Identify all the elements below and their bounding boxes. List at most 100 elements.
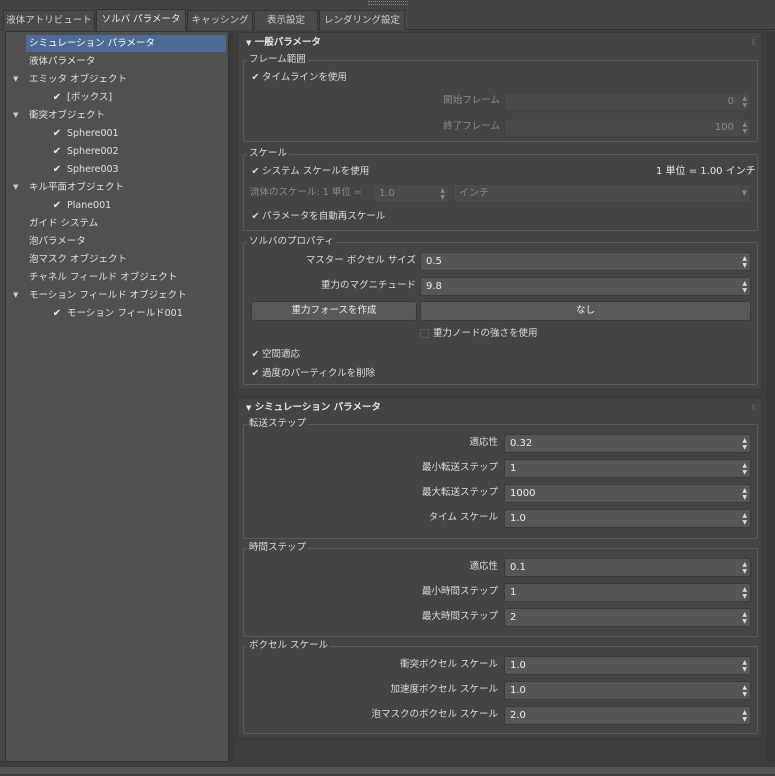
fluid-scale-label: 流体のスケール: 1 単位 = bbox=[250, 187, 362, 198]
remove-excess-checkbox[interactable]: ✔ 過度のパーティクルを削除 bbox=[250, 366, 376, 381]
checkbox-box-icon bbox=[420, 329, 429, 338]
voxel-row-label: 泡マスクのボクセル スケール bbox=[371, 709, 498, 720]
check-icon[interactable]: ✔ bbox=[51, 308, 63, 320]
create-gravity-button[interactable]: 重力フォースを作成 bbox=[251, 301, 417, 321]
acceleration-voxel-scale-spinner[interactable]: 1.0 ▲ ▼ bbox=[504, 681, 751, 700]
time-steps-title: 時間ステップ bbox=[247, 542, 309, 554]
spinner-arrows-icon[interactable]: ▲ ▼ bbox=[742, 253, 747, 269]
start-frame-spinner[interactable]: 0 ▲ ▼ bbox=[504, 92, 751, 111]
tree-item-motion-field-objects[interactable]: モーション フィールド オブジェクト bbox=[29, 287, 187, 304]
time-adaptivity-spinner[interactable]: 0.1 ▲ ▼ bbox=[504, 558, 751, 577]
tree-item-simulation-params[interactable]: シミュレーション パラメータ bbox=[26, 35, 226, 52]
tree-item-foam-params[interactable]: 泡パラメータ bbox=[29, 233, 86, 250]
use-system-scale-checkbox[interactable]: ✔ システム スケールを使用 bbox=[250, 164, 370, 179]
tree-item-guide-system[interactable]: ガイド システム bbox=[29, 215, 98, 232]
max-time-steps-spinner[interactable]: 2 ▲ ▼ bbox=[504, 608, 751, 627]
voxel-row-label: 加速度ボクセル スケール bbox=[390, 684, 498, 695]
voxel-size-spinner[interactable]: 0.5 ▲ ▼ bbox=[420, 252, 751, 271]
max-transport-steps-spinner[interactable]: 1000 ▲ ▼ bbox=[504, 484, 751, 503]
spinner-arrows-icon[interactable]: ▲ ▼ bbox=[742, 510, 747, 526]
parameters-area: ▼ 一般パラメータ ⠿ フレーム範囲 ✔ タイムラインを使用 開始フレーム 0 ▲ ▼… bbox=[234, 31, 766, 762]
check-icon: ✔ bbox=[251, 349, 260, 360]
spinner-arrows-icon[interactable]: ▲ ▼ bbox=[742, 657, 747, 673]
time-row-label: 最小時間ステップ bbox=[421, 586, 498, 597]
fluid-scale-spinner[interactable]: 1.0 ▲ ▼ bbox=[373, 184, 449, 203]
tree-item-sphere003[interactable]: Sphere003 bbox=[67, 161, 119, 178]
check-icon[interactable]: ✔ bbox=[51, 128, 63, 140]
tab-liquid-attributes[interactable]: 液体アトリビュート bbox=[3, 10, 95, 30]
auto-rescale-checkbox[interactable]: ✔ パラメータを自動再スケール bbox=[250, 209, 386, 224]
tree-item-liquid-params[interactable]: 液体パラメータ bbox=[29, 53, 95, 70]
triangle-down-icon[interactable]: ▼ bbox=[13, 183, 18, 191]
tree-item-emitter-objects[interactable]: エミッタ オブジェクト bbox=[29, 71, 127, 88]
rollout-title: シミュレーション パラメータ bbox=[254, 402, 381, 413]
time-scale-spinner[interactable]: 1.0 ▲ ▼ bbox=[504, 509, 751, 528]
spinner-arrows-icon[interactable]: ▲ ▼ bbox=[742, 460, 747, 476]
tree-item-channel-field-object[interactable]: チャネル フィールド オブジェクト bbox=[29, 269, 177, 286]
voxel-size-label: マスター ボクセル サイズ bbox=[305, 255, 416, 266]
general-params-header[interactable]: ▼ 一般パラメータ bbox=[238, 33, 762, 53]
spinner-arrows-icon[interactable]: ▲ ▼ bbox=[742, 93, 747, 109]
panel-grip-icon[interactable]: ⠿ bbox=[751, 404, 756, 412]
panel-grip-icon[interactable]: ⠿ bbox=[751, 39, 756, 47]
tab-display-settings[interactable]: 表示設定 bbox=[254, 10, 318, 30]
spatial-adapt-checkbox[interactable]: ✔ 空間適応 bbox=[250, 347, 301, 362]
simulation-params-rollout: ▼ シミュレーション パラメータ ⠿ 転送ステップ 適応性 0.32 ▲ ▼ 最小転… bbox=[237, 397, 763, 739]
spinner-arrows-icon[interactable]: ▲ ▼ bbox=[742, 559, 747, 575]
spinner-arrows-icon[interactable]: ▲ ▼ bbox=[742, 609, 747, 625]
tree-item-kill-plane-objects[interactable]: キル平面オブジェクト bbox=[29, 179, 124, 196]
tree-item-foam-mask-object[interactable]: 泡マスク オブジェクト bbox=[29, 251, 127, 268]
triangle-down-icon[interactable]: ▼ bbox=[13, 111, 18, 119]
check-icon[interactable]: ✔ bbox=[51, 146, 63, 158]
end-frame-label: 終了フレーム bbox=[443, 121, 500, 132]
spinner-arrows-icon[interactable]: ▲ ▼ bbox=[742, 278, 747, 294]
spinner-arrows-icon[interactable]: ▲ ▼ bbox=[742, 485, 747, 501]
drag-grip-icon[interactable] bbox=[368, 1, 408, 5]
time-row-label: 適応性 bbox=[469, 561, 498, 572]
end-frame-spinner[interactable]: 100 ▲ ▼ bbox=[504, 118, 751, 137]
title-bar bbox=[0, 0, 775, 8]
transport-adaptivity-spinner[interactable]: 0.32 ▲ ▼ bbox=[504, 434, 751, 453]
collision-voxel-scale-spinner[interactable]: 1.0 ▲ ▼ bbox=[504, 656, 751, 675]
horizontal-scrollbar[interactable] bbox=[0, 767, 775, 774]
simulation-params-header[interactable]: ▼ シミュレーション パラメータ bbox=[238, 398, 762, 418]
min-transport-steps-spinner[interactable]: 1 ▲ ▼ bbox=[504, 459, 751, 478]
tree-item-motion-field001[interactable]: モーション フィールド001 bbox=[67, 305, 183, 322]
use-timeline-checkbox[interactable]: ✔ タイムラインを使用 bbox=[250, 70, 347, 85]
unit-dropdown[interactable]: インチ ▼ bbox=[453, 184, 751, 203]
dropdown-arrow-icon[interactable]: ▼ bbox=[742, 188, 747, 197]
tree-item-plane001[interactable]: Plane001 bbox=[67, 197, 111, 214]
check-icon: ✔ bbox=[251, 166, 260, 177]
tree-item-sphere001[interactable]: Sphere001 bbox=[67, 125, 119, 142]
check-icon[interactable]: ✔ bbox=[51, 92, 63, 104]
tree-item-box[interactable]: [ボックス] bbox=[67, 89, 112, 106]
foam-mask-voxel-scale-spinner[interactable]: 2.0 ▲ ▼ bbox=[504, 706, 751, 725]
scale-title: スケール bbox=[247, 148, 290, 160]
tree-item-collision-objects[interactable]: 衝突オブジェクト bbox=[29, 107, 105, 124]
tree-item-sphere002[interactable]: Sphere002 bbox=[67, 143, 119, 160]
spinner-arrows-icon[interactable]: ▲ ▼ bbox=[742, 707, 747, 723]
unit-info: 1 単位 = 1.00 インチ bbox=[656, 166, 756, 177]
general-params-rollout: ▼ 一般パラメータ ⠿ フレーム範囲 ✔ タイムラインを使用 開始フレーム 0 ▲ ▼… bbox=[237, 32, 763, 390]
vertical-scrollbar[interactable] bbox=[766, 31, 775, 762]
spinner-arrows-icon[interactable]: ▲ ▼ bbox=[742, 435, 747, 451]
tab-render-settings[interactable]: レンダリング設定 bbox=[319, 10, 405, 30]
triangle-down-icon[interactable]: ▼ bbox=[13, 291, 18, 299]
check-icon[interactable]: ✔ bbox=[51, 164, 63, 176]
use-gravity-node-checkbox[interactable]: 重力ノードの強さを使用 bbox=[420, 326, 538, 341]
min-time-steps-spinner[interactable]: 1 ▲ ▼ bbox=[504, 583, 751, 602]
triangle-down-icon[interactable]: ▼ bbox=[13, 75, 18, 83]
spinner-arrows-icon[interactable]: ▲ ▼ bbox=[440, 185, 445, 201]
tab-solver-parameters[interactable]: ソルバ パラメータ bbox=[96, 9, 186, 31]
use-system-scale-label: システム スケールを使用 bbox=[262, 166, 370, 177]
transport-row-label: 最大転送ステップ bbox=[421, 487, 498, 498]
tab-caching[interactable]: キャッシング bbox=[187, 10, 253, 30]
spinner-arrows-icon[interactable]: ▲ ▼ bbox=[742, 682, 747, 698]
gravity-node-picker[interactable]: なし bbox=[420, 301, 751, 321]
gravity-spinner[interactable]: 9.8 ▲ ▼ bbox=[420, 277, 751, 296]
triangle-down-icon: ▼ bbox=[246, 404, 252, 412]
spinner-arrows-icon[interactable]: ▲ ▼ bbox=[742, 584, 747, 600]
time-row-label: 最大時間ステップ bbox=[421, 611, 498, 622]
spinner-arrows-icon[interactable]: ▲ ▼ bbox=[742, 119, 747, 135]
check-icon[interactable]: ✔ bbox=[51, 200, 63, 212]
